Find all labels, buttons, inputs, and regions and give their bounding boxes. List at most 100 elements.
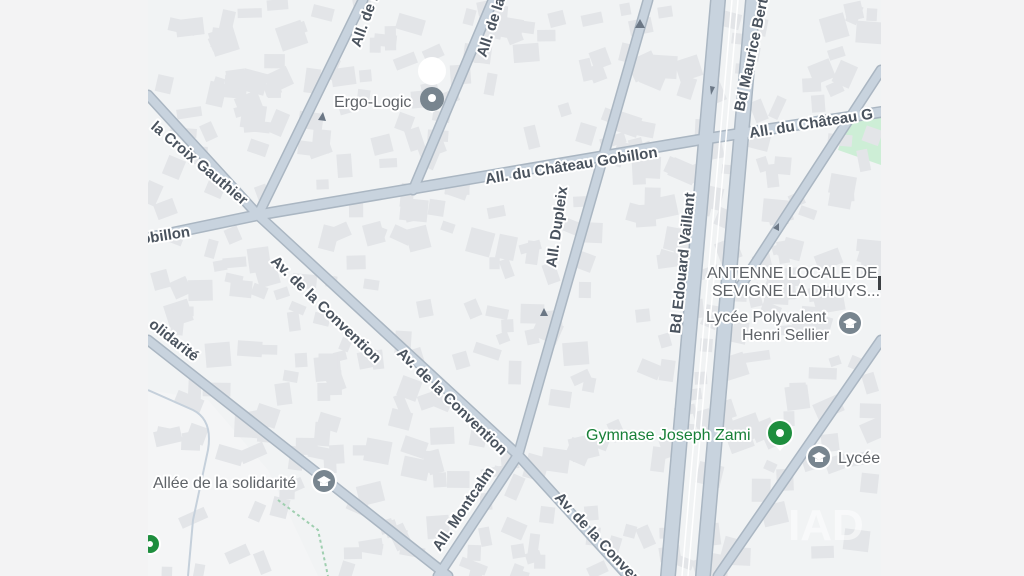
building: [286, 311, 301, 332]
building: [310, 4, 335, 22]
watermark-logo: IAD: [788, 501, 864, 550]
building: [204, 341, 232, 368]
building: [343, 547, 363, 560]
building: [866, 8, 878, 22]
poi-label-line1: Lycée Polyvalent: [706, 309, 827, 326]
building: [636, 358, 663, 381]
building: [432, 472, 447, 488]
building: [784, 384, 811, 411]
building: [176, 106, 203, 120]
building: [498, 257, 515, 280]
poi-antenne-locale[interactable]: ANTENNE LOCALE DE SEVIGNE LA DHUYS...: [705, 263, 881, 302]
building: [818, 12, 850, 43]
building: [362, 220, 386, 247]
building: [336, 153, 353, 179]
building: [317, 224, 340, 252]
building: [161, 566, 173, 576]
building: [539, 505, 556, 524]
school-icon: [837, 310, 863, 336]
poi-marker-edge: [878, 276, 881, 290]
building: [478, 526, 493, 548]
building: [562, 341, 590, 367]
building: [203, 238, 219, 259]
poi-label-line2: SEVIGNE LA DHUYS...: [712, 283, 880, 300]
building: [379, 158, 398, 169]
building: [508, 360, 522, 385]
building: [346, 255, 366, 270]
building: [440, 220, 456, 234]
building: [363, 278, 380, 291]
building: [451, 350, 471, 371]
building: [859, 414, 881, 444]
building: [154, 74, 174, 95]
poi-label: Allée de la solidarité: [153, 475, 296, 492]
building: [619, 2, 632, 17]
building: [212, 259, 228, 272]
map-canvas[interactable]: All. de la All. de la la Croix Gauthier …: [148, 0, 881, 576]
building: [861, 371, 880, 395]
building: [674, 54, 704, 83]
building: [370, 133, 394, 156]
building: [465, 227, 496, 258]
building: [316, 179, 329, 190]
map-view[interactable]: All. de la All. de la la Croix Gauthier …: [148, 0, 881, 576]
building: [501, 319, 514, 333]
building: [429, 426, 455, 445]
building: [657, 5, 674, 19]
building: [557, 102, 572, 118]
building: [416, 298, 434, 319]
building: [495, 330, 511, 345]
building: [274, 382, 293, 406]
building: [649, 54, 678, 80]
building: [472, 341, 502, 361]
poi-label-line2: Henri Sellier: [742, 327, 830, 344]
building: [246, 246, 272, 274]
building: [463, 298, 483, 320]
poi-label: Ergo-Logic: [334, 94, 411, 111]
building: [855, 20, 881, 45]
poi-label: Gymnase Joseph Zami: [586, 427, 751, 444]
building: [358, 69, 373, 83]
building: [859, 472, 880, 494]
building: [282, 369, 299, 383]
building: [548, 388, 573, 409]
building: [586, 560, 609, 576]
building: [547, 9, 567, 28]
building: [363, 437, 393, 465]
building: [318, 353, 338, 375]
building: [199, 121, 218, 143]
building: [395, 12, 426, 36]
building: [650, 446, 667, 473]
building: [483, 72, 498, 96]
building: [768, 95, 787, 120]
building: [462, 7, 477, 27]
building: [486, 204, 506, 220]
building: [188, 279, 213, 302]
building: [580, 11, 604, 27]
building: [237, 340, 263, 358]
building: [150, 268, 172, 291]
school-icon: [311, 468, 337, 494]
building: [843, 0, 865, 22]
building: [763, 459, 778, 474]
building: [225, 68, 247, 90]
building: [485, 305, 510, 321]
building: [798, 205, 818, 221]
building: [523, 124, 541, 150]
building: [242, 112, 262, 133]
building: [856, 238, 881, 254]
building: [294, 352, 308, 368]
building: [510, 543, 526, 559]
building: [500, 516, 528, 541]
building: [392, 51, 418, 71]
poi-label: Lycée: [838, 450, 880, 467]
building: [237, 8, 262, 19]
building: [229, 279, 253, 299]
building: [742, 349, 771, 364]
poi-label-line1: ANTENNE LOCALE DE: [707, 265, 878, 282]
poi-lycee[interactable]: Lycée: [806, 444, 881, 470]
building: [172, 306, 194, 317]
building: [467, 544, 482, 561]
building: [810, 94, 826, 113]
building: [534, 554, 546, 569]
